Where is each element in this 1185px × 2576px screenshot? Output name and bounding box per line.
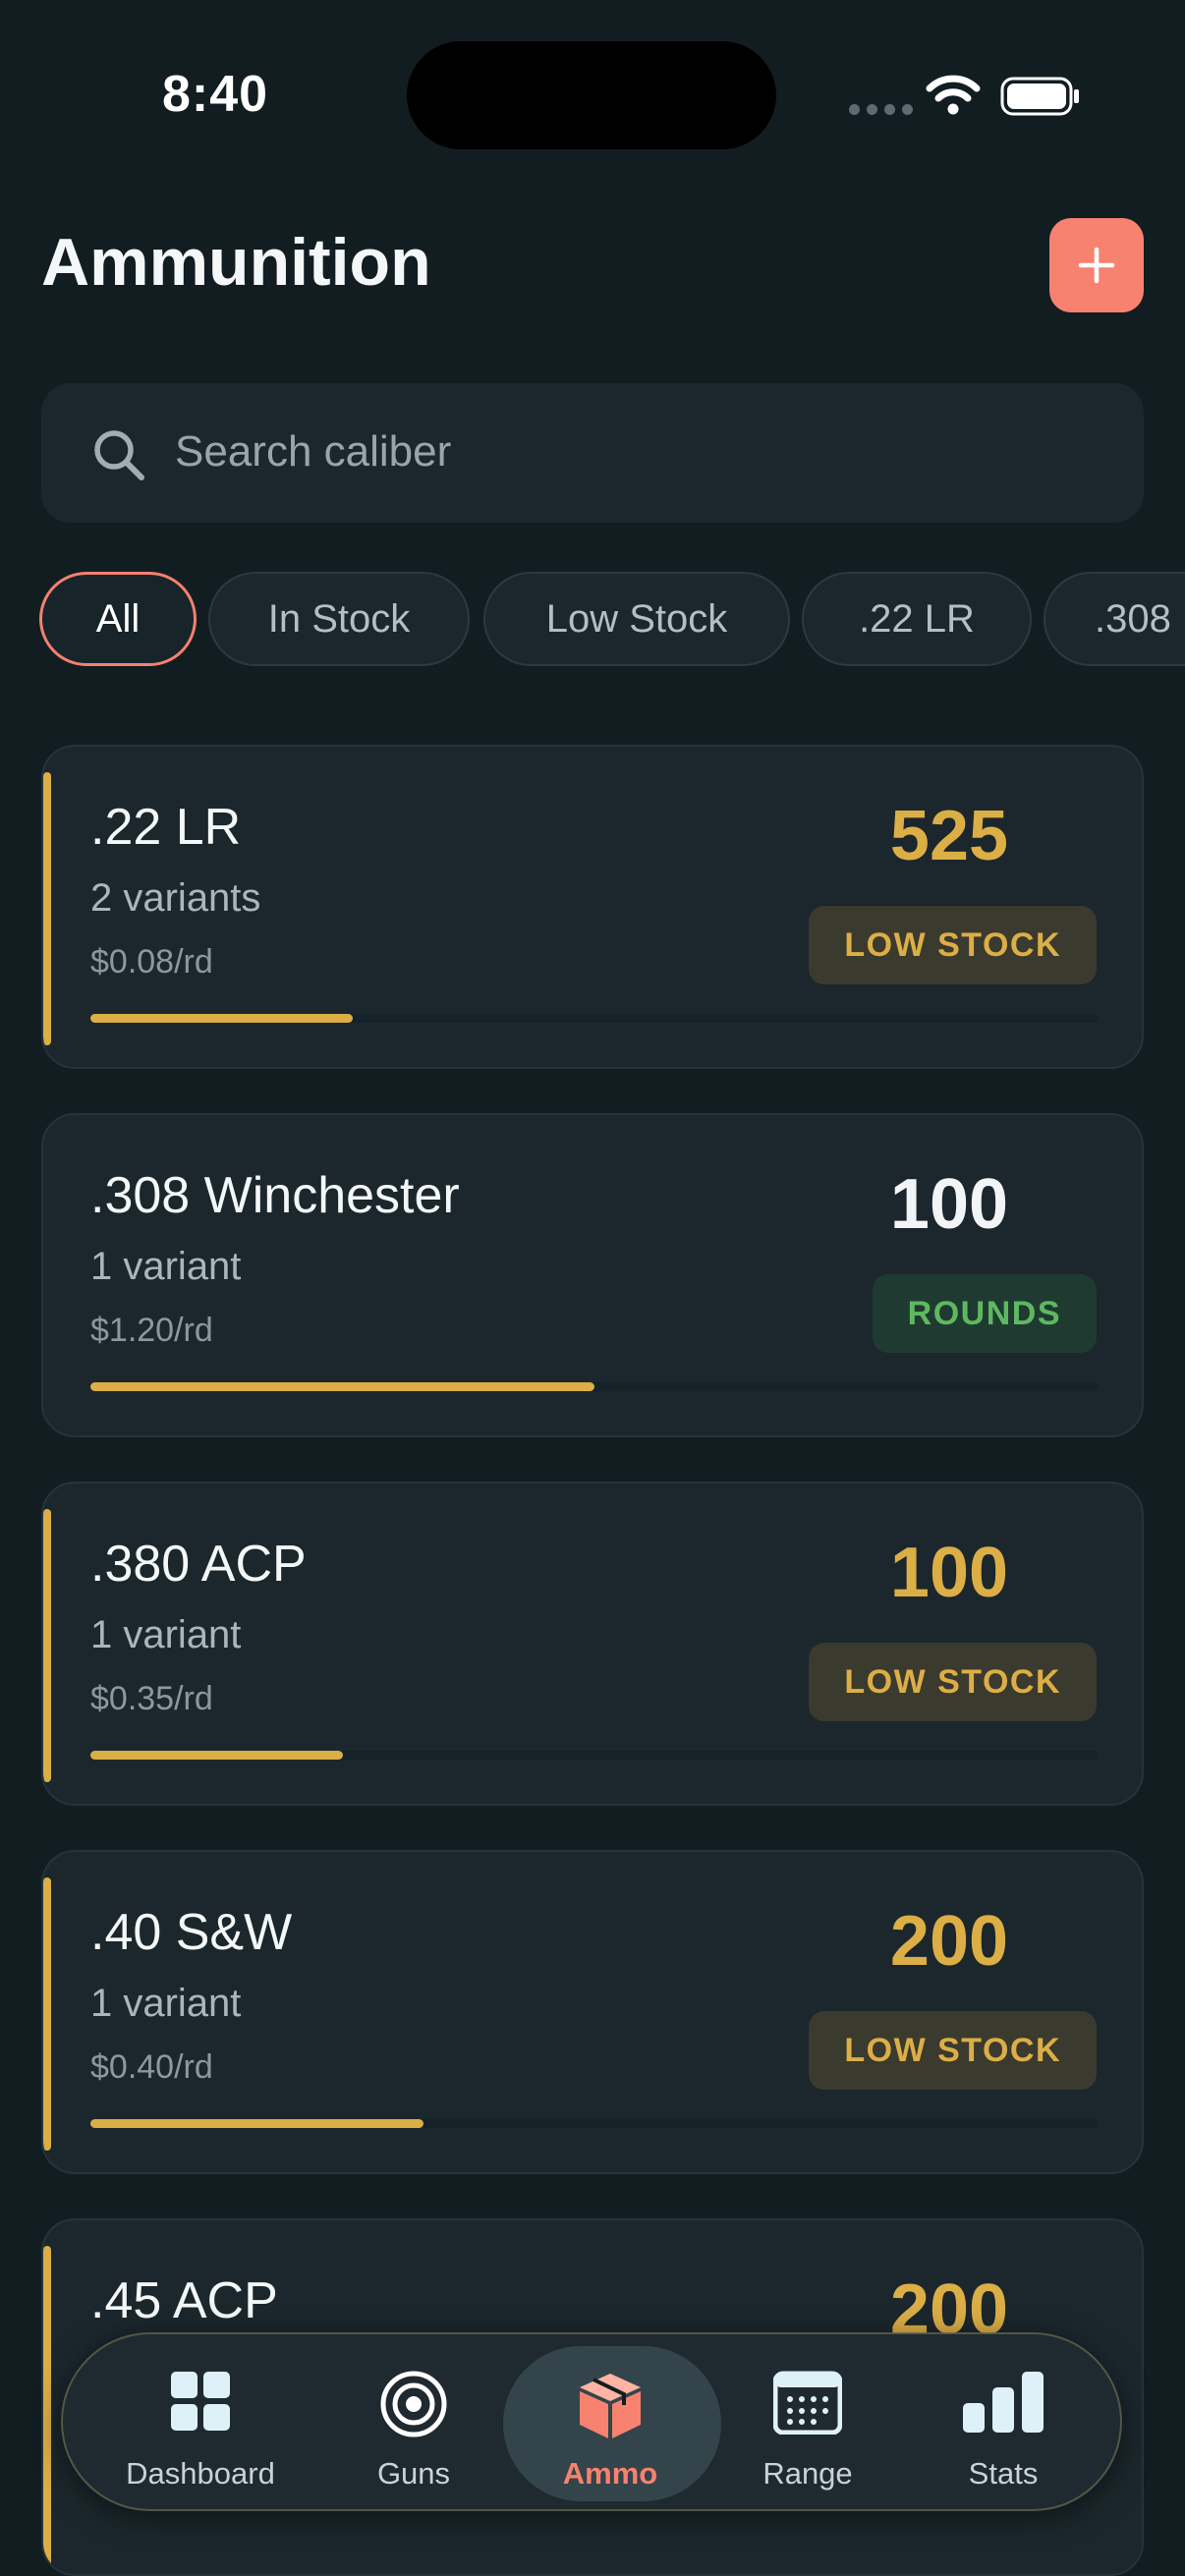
- stock-progress: [90, 1014, 1099, 1023]
- add-ammo-button[interactable]: [1049, 218, 1144, 312]
- ammo-price: $1.20/rd: [90, 1312, 213, 1349]
- status-badge: LOW STOCK: [809, 2011, 1097, 2090]
- chip-low-stock[interactable]: Low Stock: [483, 572, 790, 666]
- ammo-price: $0.08/rd: [90, 943, 213, 980]
- ammo-variants: 1 variant: [90, 1245, 242, 1288]
- tab-label: Range: [762, 2456, 853, 2491]
- tab-label: Dashboard: [126, 2456, 275, 2491]
- chip-in-stock[interactable]: In Stock: [208, 572, 470, 666]
- ammo-card[interactable]: .40 S&W 1 variant $0.40/rd 200 LOW STOCK: [41, 1850, 1144, 2174]
- filter-chip-row: All In Stock Low Stock .22 LR .308: [39, 572, 1185, 666]
- tab-dashboard[interactable]: Dashboard: [102, 2334, 299, 2513]
- chip-308[interactable]: .308: [1044, 572, 1185, 666]
- search-box[interactable]: [41, 383, 1144, 523]
- status-badge: LOW STOCK: [809, 1643, 1097, 1721]
- ammo-count: 200: [889, 1902, 1009, 1981]
- plus-icon: [1078, 247, 1115, 284]
- low-stock-accent: [43, 2246, 51, 2574]
- stock-progress: [90, 1751, 1099, 1760]
- wifi-icon: [926, 75, 981, 115]
- stock-progress: [90, 2119, 1099, 2128]
- target-icon: [380, 2371, 447, 2437]
- tab-label: Ammo: [562, 2456, 658, 2491]
- ammo-price: $0.35/rd: [90, 1680, 213, 1717]
- dynamic-island: [407, 41, 776, 149]
- cellular-signal-icon: [849, 104, 913, 115]
- tab-stats[interactable]: Stats: [905, 2334, 1101, 2513]
- ammo-card[interactable]: .22 LR 2 variants $0.08/rd 525 LOW STOCK: [41, 745, 1144, 1069]
- ammo-variants: 1 variant: [90, 1613, 242, 1656]
- stock-progress-fill: [90, 1014, 353, 1023]
- low-stock-accent: [43, 1877, 51, 2151]
- ammo-count: 100: [889, 1534, 1009, 1612]
- ammo-caliber: .40 S&W: [90, 1904, 293, 1961]
- ammo-count: 525: [889, 797, 1009, 875]
- ammo-caliber: .22 LR: [90, 799, 242, 856]
- stock-progress-fill: [90, 1751, 343, 1760]
- bottom-tab-bar: Dashboard Guns Ammo Range Stats: [61, 2332, 1122, 2511]
- status-time: 8:40: [162, 66, 269, 123]
- ammo-variants: 1 variant: [90, 1982, 242, 2025]
- ammo-count: 100: [889, 1165, 1009, 1244]
- status-badge: LOW STOCK: [809, 906, 1097, 984]
- ammo-caliber: .380 ACP: [90, 1536, 307, 1593]
- tab-guns[interactable]: Guns: [315, 2334, 512, 2513]
- stock-progress-fill: [90, 2119, 423, 2128]
- dashboard-grid-icon: [171, 2372, 230, 2431]
- chip-all[interactable]: All: [39, 572, 197, 666]
- status-badge: ROUNDS: [872, 1274, 1097, 1353]
- low-stock-accent: [43, 772, 51, 1045]
- search-icon: [94, 430, 144, 480]
- chip-22-lr[interactable]: .22 LR: [802, 572, 1032, 666]
- tab-ammo[interactable]: Ammo: [512, 2334, 708, 2513]
- stock-progress-fill: [90, 1382, 594, 1391]
- calendar-icon: [773, 2371, 842, 2435]
- tab-range[interactable]: Range: [709, 2334, 906, 2513]
- ammo-caliber: .308 Winchester: [90, 1167, 460, 1224]
- battery-icon: [1000, 77, 1079, 116]
- stock-progress: [90, 1382, 1099, 1391]
- ammo-caliber: .45 ACP: [90, 2272, 278, 2329]
- ammo-box-icon: [580, 2374, 641, 2438]
- status-bar: 8:40: [0, 0, 1185, 187]
- bar-chart-icon: [963, 2372, 1044, 2433]
- ammo-card[interactable]: .308 Winchester 1 variant $1.20/rd 100 R…: [41, 1113, 1144, 1437]
- search-input[interactable]: [175, 422, 1059, 481]
- tab-label: Stats: [968, 2456, 1039, 2491]
- tab-label: Guns: [376, 2456, 451, 2491]
- ammo-variants: 2 variants: [90, 876, 261, 920]
- ammo-price: $0.40/rd: [90, 2048, 213, 2086]
- low-stock-accent: [43, 1509, 51, 1782]
- ammo-card[interactable]: .380 ACP 1 variant $0.35/rd 100 LOW STOC…: [41, 1482, 1144, 1806]
- page-title: Ammunition: [41, 225, 431, 300]
